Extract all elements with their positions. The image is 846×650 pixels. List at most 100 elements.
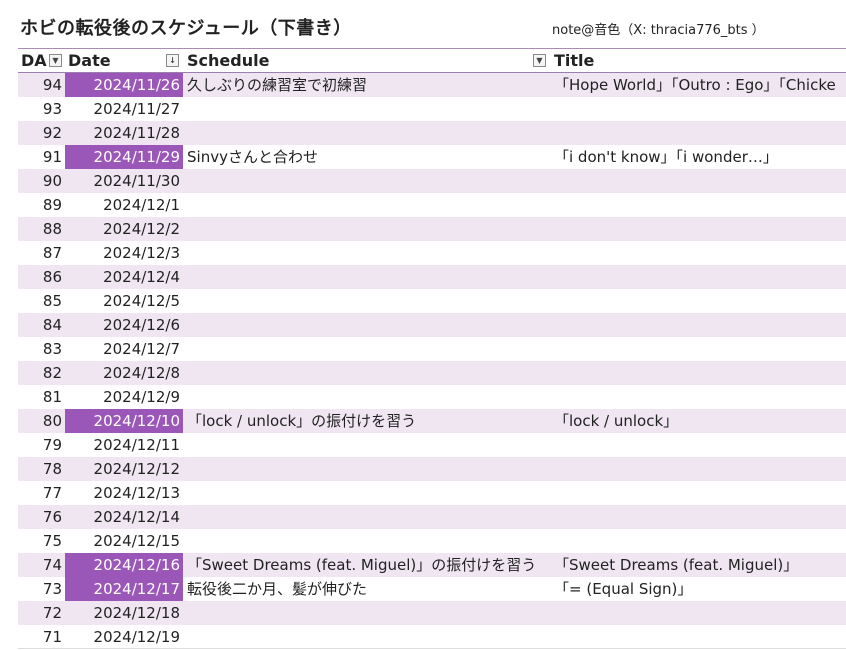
- table-row[interactable]: 88 2024/12/2: [18, 217, 846, 241]
- title-cell[interactable]: [552, 169, 846, 193]
- column-header-date[interactable]: Date ↓: [65, 49, 183, 72]
- title-cell[interactable]: [552, 241, 846, 265]
- table-row[interactable]: 86 2024/12/4: [18, 265, 846, 289]
- table-row[interactable]: 90 2024/11/30: [18, 169, 846, 193]
- dropdown-arrow-icon[interactable]: ▼: [49, 54, 62, 67]
- day-cell[interactable]: 87: [18, 241, 65, 265]
- day-cell[interactable]: 91: [18, 145, 65, 169]
- title-cell[interactable]: [552, 337, 846, 361]
- date-cell[interactable]: 2024/12/13: [65, 481, 183, 505]
- day-cell[interactable]: 85: [18, 289, 65, 313]
- title-cell[interactable]: [552, 625, 846, 649]
- table-row[interactable]: 71 2024/12/19: [18, 625, 846, 649]
- table-row[interactable]: 73 2024/12/17 転役後二か月、髪が伸びた 「= (Equal Sign)」: [18, 577, 846, 601]
- table-row[interactable]: 93 2024/11/27: [18, 97, 846, 121]
- table-row[interactable]: 91 2024/11/29 Sinvyさんと合わせ 「i don't know」「i …: [18, 145, 846, 169]
- date-cell[interactable]: 2024/11/30: [65, 169, 183, 193]
- title-cell[interactable]: [552, 121, 846, 145]
- column-header-title[interactable]: Title: [552, 49, 846, 72]
- day-cell[interactable]: 72: [18, 601, 65, 625]
- title-cell[interactable]: 「i don't know」「i wonder…」: [552, 145, 846, 169]
- schedule-cell[interactable]: [184, 481, 552, 505]
- day-cell[interactable]: 92: [18, 121, 65, 145]
- dropdown-arrow-icon[interactable]: ▼: [533, 54, 546, 67]
- schedule-cell[interactable]: [184, 529, 552, 553]
- day-cell[interactable]: 79: [18, 433, 65, 457]
- date-cell[interactable]: 2024/12/15: [65, 529, 183, 553]
- day-cell[interactable]: 86: [18, 265, 65, 289]
- schedule-cell[interactable]: Sinvyさんと合わせ: [184, 145, 552, 169]
- title-cell[interactable]: [552, 505, 846, 529]
- schedule-cell[interactable]: 転役後二か月、髪が伸びた: [184, 577, 552, 601]
- date-cell[interactable]: 2024/12/16: [65, 553, 183, 577]
- schedule-cell[interactable]: [184, 97, 552, 121]
- table-row[interactable]: 81 2024/12/9: [18, 385, 846, 409]
- table-row[interactable]: 89 2024/12/1: [18, 193, 846, 217]
- day-cell[interactable]: 84: [18, 313, 65, 337]
- title-cell[interactable]: [552, 265, 846, 289]
- schedule-cell[interactable]: [184, 385, 552, 409]
- column-header-day[interactable]: DA ▼: [18, 49, 65, 72]
- date-cell[interactable]: 2024/11/26: [65, 73, 183, 97]
- schedule-cell[interactable]: 久しぶりの練習室で初練習: [184, 73, 552, 97]
- date-cell[interactable]: 2024/11/28: [65, 121, 183, 145]
- schedule-cell[interactable]: [184, 337, 552, 361]
- title-cell[interactable]: 「Sweet Dreams (feat. Miguel)」: [552, 553, 846, 577]
- date-cell[interactable]: 2024/12/8: [65, 361, 183, 385]
- table-row[interactable]: 77 2024/12/13: [18, 481, 846, 505]
- day-cell[interactable]: 75: [18, 529, 65, 553]
- date-cell[interactable]: 2024/12/4: [65, 265, 183, 289]
- day-cell[interactable]: 74: [18, 553, 65, 577]
- schedule-cell[interactable]: [184, 313, 552, 337]
- schedule-cell[interactable]: [184, 457, 552, 481]
- day-cell[interactable]: 73: [18, 577, 65, 601]
- day-cell[interactable]: 89: [18, 193, 65, 217]
- schedule-cell[interactable]: [184, 601, 552, 625]
- schedule-cell[interactable]: [184, 217, 552, 241]
- table-row[interactable]: 76 2024/12/14: [18, 505, 846, 529]
- date-cell[interactable]: 2024/12/10: [65, 409, 183, 433]
- table-row[interactable]: 85 2024/12/5: [18, 289, 846, 313]
- day-cell[interactable]: 78: [18, 457, 65, 481]
- schedule-cell[interactable]: [184, 433, 552, 457]
- date-cell[interactable]: 2024/12/1: [65, 193, 183, 217]
- sort-filter-icon[interactable]: ↓: [166, 54, 179, 67]
- date-cell[interactable]: 2024/11/27: [65, 97, 183, 121]
- schedule-cell[interactable]: 「Sweet Dreams (feat. Miguel)」の振付けを習う: [184, 553, 552, 577]
- table-row[interactable]: 74 2024/12/16 「Sweet Dreams (feat. Miguel)…: [18, 553, 846, 577]
- date-cell[interactable]: 2024/12/2: [65, 217, 183, 241]
- day-cell[interactable]: 71: [18, 625, 65, 649]
- day-cell[interactable]: 76: [18, 505, 65, 529]
- schedule-cell[interactable]: [184, 265, 552, 289]
- table-row[interactable]: 80 2024/12/10 「lock / unlock」の振付けを習う 「lock …: [18, 409, 846, 433]
- title-cell[interactable]: [552, 361, 846, 385]
- title-cell[interactable]: [552, 457, 846, 481]
- date-cell[interactable]: 2024/12/17: [65, 577, 183, 601]
- day-cell[interactable]: 81: [18, 385, 65, 409]
- title-cell[interactable]: 「lock / unlock」: [552, 409, 846, 433]
- column-header-schedule[interactable]: Schedule ▼: [184, 49, 552, 72]
- table-row[interactable]: 78 2024/12/12: [18, 457, 846, 481]
- title-cell[interactable]: [552, 529, 846, 553]
- date-cell[interactable]: 2024/12/11: [65, 433, 183, 457]
- table-row[interactable]: 87 2024/12/3: [18, 241, 846, 265]
- date-cell[interactable]: 2024/12/19: [65, 625, 183, 649]
- schedule-cell[interactable]: [184, 241, 552, 265]
- title-cell[interactable]: [552, 289, 846, 313]
- date-cell[interactable]: 2024/12/6: [65, 313, 183, 337]
- day-cell[interactable]: 93: [18, 97, 65, 121]
- schedule-cell[interactable]: [184, 289, 552, 313]
- schedule-cell[interactable]: [184, 625, 552, 649]
- date-cell[interactable]: 2024/12/14: [65, 505, 183, 529]
- schedule-cell[interactable]: 「lock / unlock」の振付けを習う: [184, 409, 552, 433]
- title-cell[interactable]: [552, 433, 846, 457]
- table-row[interactable]: 92 2024/11/28: [18, 121, 846, 145]
- date-cell[interactable]: 2024/11/29: [65, 145, 183, 169]
- schedule-cell[interactable]: [184, 505, 552, 529]
- date-cell[interactable]: 2024/12/3: [65, 241, 183, 265]
- day-cell[interactable]: 90: [18, 169, 65, 193]
- day-cell[interactable]: 83: [18, 337, 65, 361]
- date-cell[interactable]: 2024/12/7: [65, 337, 183, 361]
- title-cell[interactable]: [552, 313, 846, 337]
- table-row[interactable]: 84 2024/12/6: [18, 313, 846, 337]
